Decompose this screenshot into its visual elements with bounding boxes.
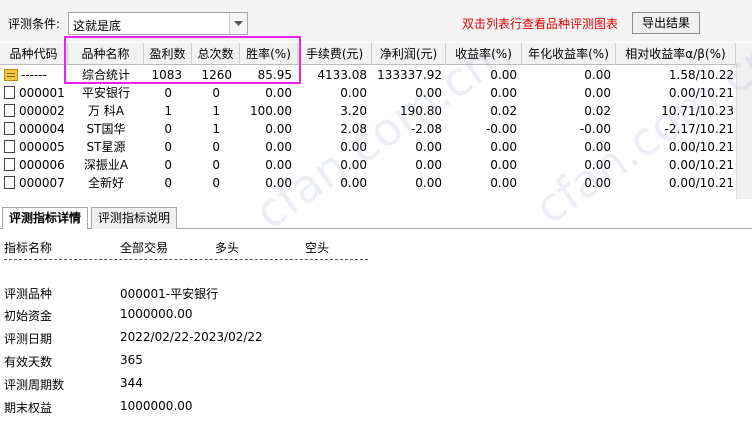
table-row[interactable]: 000007 全新好 0 0 0.00 0.00 0.00 0.00 0.00 …: [0, 174, 752, 192]
condition-select-value: 这就是底: [73, 19, 122, 33]
table-row[interactable]: 000006 深振业A 0 0 0.00 0.00 0.00 0.00 0.00…: [0, 156, 752, 174]
col-win-rate[interactable]: 胜率(%): [240, 43, 298, 65]
detail-value: 1000000.00: [120, 307, 193, 321]
detail-label: 期末权益: [4, 401, 53, 415]
detail-header-all: 全部交易: [120, 241, 169, 255]
detail-tabs: 评测指标详情 评测指标说明: [0, 205, 752, 230]
table-header: 品种代码 品种名称 盈利数 总次数 胜率(%) 手续费(元) 净利润(元) 收益…: [0, 43, 752, 65]
detail-value: 000001-平安银行: [120, 287, 219, 301]
col-net-profit[interactable]: 净利润(元): [372, 43, 446, 65]
results-table: 品种代码 品种名称 盈利数 总次数 胜率(%) 手续费(元) 净利润(元) 收益…: [0, 43, 752, 199]
col-relative[interactable]: 相对收益率α/β(%): [616, 43, 736, 65]
condition-label: 评测条件:: [8, 17, 61, 31]
export-button[interactable]: 导出结果: [632, 12, 700, 34]
col-return[interactable]: 收益率(%): [446, 43, 522, 65]
col-total-count[interactable]: 总次数: [192, 43, 240, 65]
toolbar: 评测条件: 这就是底 双击列表行查看品种评测图表 导出结果: [0, 0, 752, 42]
col-code[interactable]: 品种代码: [0, 43, 68, 65]
detail-label: 有效天数: [4, 355, 53, 369]
detail-label: 评测周期数: [4, 378, 65, 392]
dropdown-button[interactable]: [229, 13, 247, 34]
hint-text: 双击列表行查看品种评测图表: [462, 17, 619, 31]
col-profit-count[interactable]: 盈利数: [144, 43, 192, 65]
table-row[interactable]: 000004 ST国华 0 1 0.00 2.08 -2.08 -0.00 -0…: [0, 120, 752, 138]
table-row[interactable]: 000001 平安银行 0 0 0.00 0.00 0.00 0.00 0.00…: [0, 84, 752, 102]
detail-value: 2022/02/22-2023/02/22: [120, 330, 263, 344]
document-icon: [4, 176, 15, 189]
detail-panel: 指标名称 全部交易 多头 空头 评测品种 000001-平安银行 初始资金 10…: [0, 229, 752, 428]
col-name[interactable]: 品种名称: [68, 43, 144, 65]
detail-header-short: 空头: [305, 241, 330, 255]
detail-value: 365: [120, 353, 143, 367]
detail-label: 评测日期: [4, 332, 53, 346]
document-icon: [4, 122, 15, 135]
table-scrollbar[interactable]: [736, 63, 752, 199]
chevron-down-icon: [234, 21, 243, 26]
divider: [4, 259, 368, 260]
document-icon: [4, 86, 15, 99]
detail-value: 1000000.00: [120, 399, 193, 413]
detail-value: 344: [120, 376, 143, 390]
condition-select[interactable]: 这就是底: [68, 12, 248, 35]
tab-indicator-description[interactable]: 评测指标说明: [91, 207, 178, 229]
summary-icon: [4, 69, 18, 81]
detail-label: 初始资金: [4, 309, 53, 323]
col-fee[interactable]: 手续费(元): [298, 43, 372, 65]
table-row[interactable]: 000002 万 科A 1 1 100.00 3.20 190.80 0.02 …: [0, 102, 752, 120]
document-icon: [4, 104, 15, 117]
table-row[interactable]: 000005 ST星源 0 0 0.00 0.00 0.00 0.00 0.00…: [0, 138, 752, 156]
detail-header-long: 多头: [215, 241, 240, 255]
document-icon: [4, 140, 15, 153]
detail-header-name: 指标名称: [4, 241, 53, 255]
table-row-summary[interactable]: ------ 综合统计 1083 1260 85.95 4133.08 1333…: [0, 66, 752, 84]
document-icon: [4, 158, 15, 171]
detail-label: 评测品种: [4, 287, 53, 301]
tab-indicator-details[interactable]: 评测指标详情: [2, 207, 89, 230]
col-annual-return[interactable]: 年化收益率(%): [522, 43, 616, 65]
